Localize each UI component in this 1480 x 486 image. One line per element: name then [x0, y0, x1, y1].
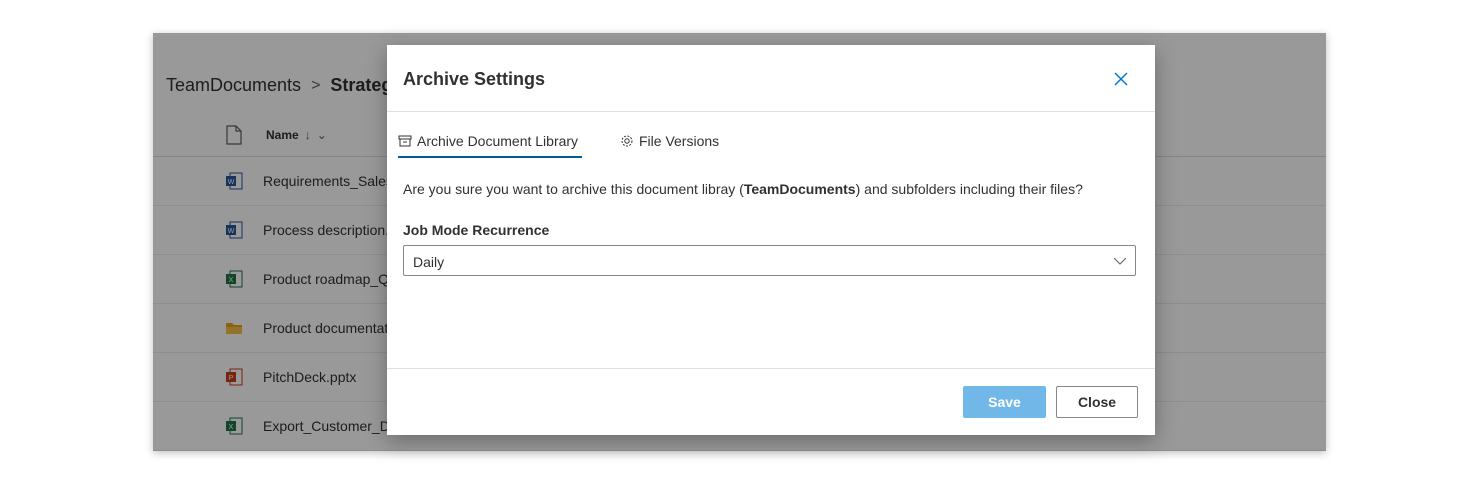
active-tab-indicator [398, 156, 583, 158]
archive-settings-dialog: Archive Settings Archive Document Librar… [387, 45, 1155, 435]
dialog-divider [387, 111, 1155, 112]
close-button[interactable]: Close [1056, 386, 1138, 418]
tab-archive-document-library[interactable]: Archive Document Library [398, 125, 583, 158]
archive-icon [398, 135, 412, 147]
job-mode-recurrence-label: Job Mode Recurrence [403, 222, 550, 238]
library-name: TeamDocuments [743, 181, 856, 197]
close-icon[interactable] [1109, 67, 1133, 91]
gear-icon [621, 135, 633, 147]
save-button[interactable]: Save [963, 386, 1046, 418]
tab-label: File Versions [639, 133, 720, 149]
tab-file-versions[interactable]: File Versions [620, 125, 719, 157]
tab-label: Archive Document Library [417, 133, 579, 149]
footer-divider [387, 368, 1155, 369]
recurrence-value: Daily [413, 254, 445, 270]
dialog-title: Archive Settings [403, 69, 546, 89]
archive-confirmation-message: Are you sure you want to archive this do… [403, 181, 1083, 197]
chevron-down-icon [1113, 257, 1127, 265]
job-mode-recurrence-select[interactable]: Daily [403, 245, 1136, 276]
